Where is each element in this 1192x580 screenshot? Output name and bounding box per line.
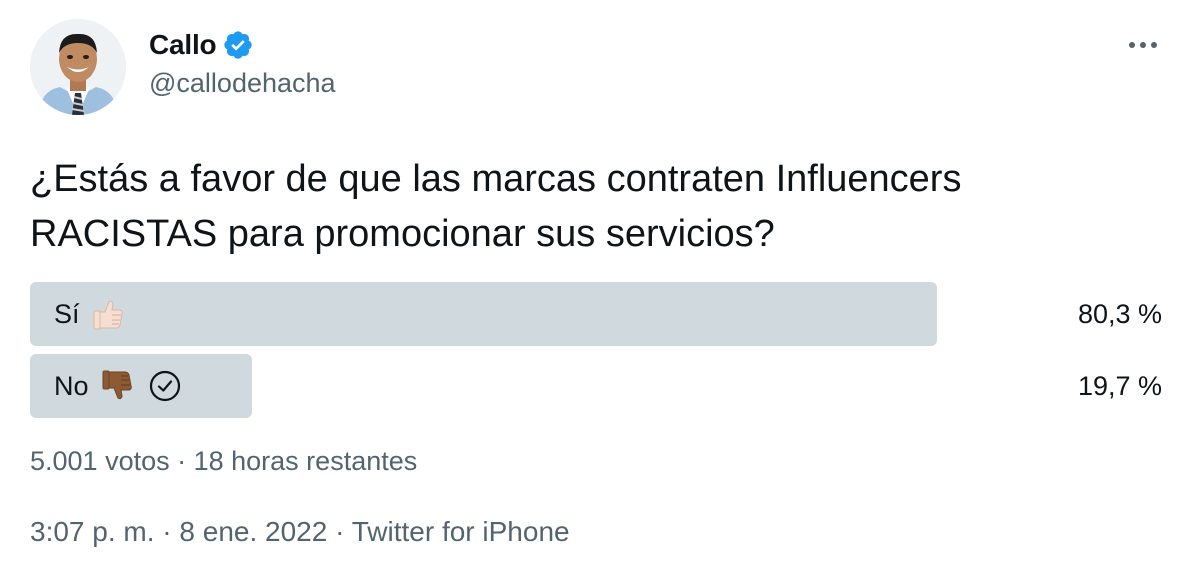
poll-option-no[interactable]: No 19,7 % — [30, 354, 1162, 418]
tweet-text-line-1: ¿Estás a favor de que las marcas contrat… — [30, 158, 962, 200]
author-block: Callo @callodehacha — [149, 26, 336, 99]
tweet-meta: 3:07 p. m. · 8 ene. 2022 · Twitter for i… — [30, 516, 570, 548]
tweet-text-line-2: RACISTAS para promocionar sus servicios? — [30, 213, 775, 255]
avatar[interactable] — [30, 19, 126, 115]
poll-option-label: Sí — [54, 282, 126, 346]
poll-percentage-si: 80,3 % — [1077, 298, 1162, 329]
thumbs-down-icon — [99, 368, 135, 404]
verified-badge-icon — [222, 29, 254, 61]
poll-time-left: 18 horas restantes — [193, 446, 418, 476]
separator: · — [154, 516, 180, 547]
separator: · — [169, 446, 194, 476]
display-name[interactable]: Callo — [149, 29, 217, 61]
poll-bar-si — [30, 282, 937, 346]
user-handle[interactable]: @callodehacha — [149, 68, 336, 99]
thumbs-up-icon — [90, 296, 126, 332]
tweet-text: ¿Estás a favor de que las marcas contrat… — [30, 152, 1170, 262]
tweet-time[interactable]: 3:07 p. m. — [30, 516, 155, 547]
tweet: Callo @callodehacha ¿Estás a favor de qu… — [0, 0, 1192, 580]
poll-option-text: No — [54, 370, 89, 401]
avatar-image — [30, 19, 126, 115]
poll-vote-count: 5.001 votos — [30, 446, 170, 476]
poll-percentage-no: 19,7 % — [1077, 370, 1162, 401]
poll: Sí 80,3 % No 19,7 % — [30, 282, 1162, 426]
more-options-button[interactable] — [1126, 30, 1160, 60]
tweet-source[interactable]: Twitter for iPhone — [352, 516, 570, 547]
poll-option-text: Sí — [54, 298, 80, 329]
poll-option-label: No — [54, 354, 181, 418]
tweet-date[interactable]: 8 ene. 2022 — [179, 516, 327, 547]
more-dots-icon — [1129, 42, 1157, 48]
poll-option-si[interactable]: Sí 80,3 % — [30, 282, 1162, 346]
poll-meta: 5.001 votos · 18 horas restantes — [30, 446, 417, 477]
voted-check-icon — [149, 370, 181, 402]
separator: · — [327, 516, 352, 547]
name-row: Callo — [149, 26, 336, 64]
